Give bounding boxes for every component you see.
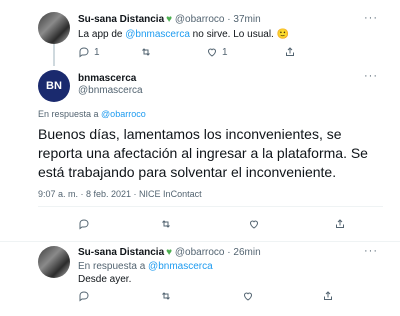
reply-icon [79,219,89,230]
tweet-text-part: La app de [78,29,126,40]
more-options-icon[interactable]: ··· [364,70,378,82]
heart-icon [207,48,217,57]
tweet-time[interactable]: 37min [233,14,260,25]
divider [38,206,383,207]
tweet-header: Su-sana Distancia ♥ @obarroco · 26min [78,247,261,258]
reply-icon [79,291,89,302]
reply-prefix: En respuesta a [38,109,102,119]
share-button[interactable] [334,218,346,230]
reply-prefix: En respuesta a [78,261,149,272]
avatar[interactable]: BN [38,70,70,102]
tweet-time[interactable]: 26min [233,247,260,258]
reply-mention-link[interactable]: @bnmascerca [148,261,213,272]
share-button[interactable] [322,290,334,302]
retweet-button[interactable] [160,290,242,302]
reply-count: 1 [94,46,100,58]
mention-link[interactable]: @bnmascerca [125,29,190,40]
tweet-text: Desde ayer. [78,274,132,285]
retweet-button[interactable] [160,218,248,230]
tweet-actions [78,290,334,302]
author-handle[interactable]: @bnmascerca [78,85,143,96]
share-icon [336,219,344,228]
reply-button[interactable] [78,290,160,302]
more-options-icon[interactable]: ··· [364,12,378,24]
reply-context: En respuesta a @bnmascerca [78,260,213,273]
avatar[interactable] [38,246,70,278]
tweet-metadata[interactable]: 9:07 a. m. · 8 feb. 2021 · NICE InContac… [38,189,202,199]
more-options-icon[interactable]: ··· [364,245,378,257]
retweet-icon [162,220,170,228]
emoji: 🙂 [276,29,290,40]
tweet-3[interactable]: Su-sana Distancia ♥ @obarroco · 26min ···… [0,242,400,316]
author-name[interactable]: bnmascerca [78,73,136,84]
retweet-icon [142,48,150,56]
retweet-icon [162,292,170,300]
author-handle[interactable]: @obarroco [175,247,225,258]
author-name[interactable]: Su-sana Distancia [78,14,164,25]
like-count: 1 [222,46,228,58]
like-button[interactable] [242,290,322,302]
green-heart-icon: ♥ [166,247,173,258]
author-name[interactable]: Su-sana Distancia [78,247,164,258]
tweet-header: Su-sana Distancia ♥ @obarroco · 37min [78,14,261,25]
heart-icon [243,292,253,301]
reply-button[interactable] [78,218,160,230]
reply-mention-link[interactable]: @obarroco [101,109,146,119]
avatar-logo-text: BN [46,80,62,92]
tweet-text-part: no sirve. Lo usual. [189,29,274,40]
heart-icon [249,220,259,229]
tweet-actions: 1 1 [78,46,296,58]
green-heart-icon: ♥ [166,14,173,25]
author-name-row: bnmascerca [78,73,136,84]
reply-button[interactable]: 1 [78,46,140,58]
author-handle[interactable]: @obarroco [175,14,225,25]
tweet-actions [78,218,346,230]
like-button[interactable]: 1 [206,46,284,58]
tweet-text: La app de @bnmascerca no sirve. Lo usual… [78,28,289,41]
reply-icon [79,47,89,58]
avatar[interactable] [38,12,70,44]
focused-tweet-text: Buenos días, lamentamos los inconvenient… [38,126,368,180]
share-icon [286,47,294,56]
tweet-1[interactable]: Su-sana Distancia ♥ @obarroco · 37min ···… [0,0,400,66]
retweet-button[interactable] [140,46,206,58]
thread-line [53,44,55,66]
reply-context: En respuesta a @obarroco [38,109,146,119]
share-icon [324,291,332,300]
like-button[interactable] [248,218,334,230]
share-button[interactable] [284,46,296,58]
